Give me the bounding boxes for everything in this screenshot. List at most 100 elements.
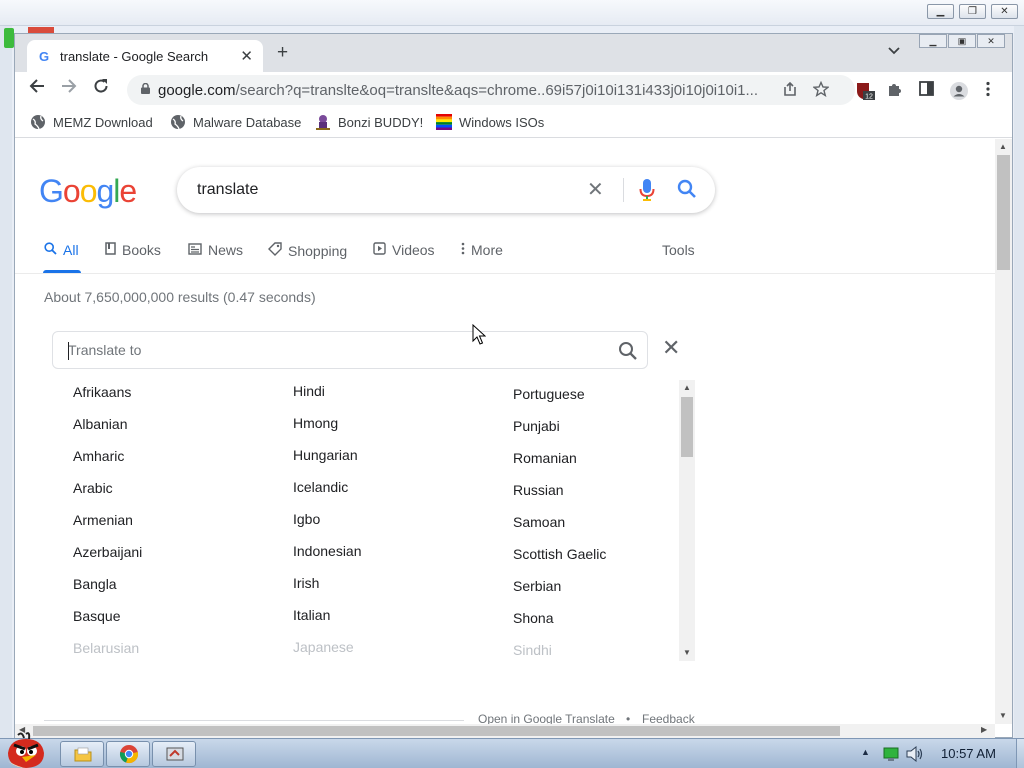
language-list-scrollbar[interactable]: ▲ ▼: [679, 380, 695, 661]
search-results-page: Google translate ✕ All Books News Shoppi…: [15, 139, 995, 724]
scroll-down-arrow-icon[interactable]: ▼: [999, 711, 1007, 720]
google-logo[interactable]: Google: [39, 173, 137, 210]
tab-shopping[interactable]: Shopping: [268, 242, 347, 259]
scroll-up-arrow-icon[interactable]: ▲: [999, 142, 1007, 151]
play-icon: [373, 242, 386, 255]
bookmarks-bar: MEMZ Download Malware Database Bonzi BUD…: [15, 108, 1012, 138]
minimize-button[interactable]: ▁: [919, 34, 947, 48]
scroll-up-arrow-icon[interactable]: ▲: [683, 383, 691, 392]
mouse-cursor-icon: [472, 324, 486, 345]
back-button[interactable]: [25, 78, 49, 99]
open-in-google-translate-link[interactable]: Open in Google Translate: [478, 712, 615, 724]
forward-button[interactable]: [57, 78, 81, 99]
outer-close-button[interactable]: ✕: [991, 4, 1018, 19]
taskbar-chrome-button[interactable]: [106, 741, 150, 767]
outer-minimize-button[interactable]: ▁: [927, 4, 954, 19]
share-icon[interactable]: [782, 81, 798, 101]
search-icon: [44, 242, 57, 255]
language-item[interactable]: Japanese: [293, 639, 354, 655]
angry-bird-start-icon[interactable]: [2, 731, 50, 768]
page-horizontal-scrollbar[interactable]: ◀ ▶: [15, 724, 995, 738]
page-hscrollbar-thumb[interactable]: [33, 726, 840, 736]
page-vertical-scrollbar[interactable]: ▲ ▼: [995, 139, 1012, 724]
scroll-down-arrow-icon[interactable]: ▼: [683, 648, 691, 657]
language-item[interactable]: Albanian: [73, 416, 128, 432]
language-item[interactable]: Belarusian: [73, 640, 139, 656]
outer-restore-button[interactable]: ❐: [959, 4, 986, 19]
page-scrollbar-thumb[interactable]: [997, 155, 1010, 270]
search-box[interactable]: translate ✕: [177, 167, 715, 213]
language-item[interactable]: Afrikaans: [73, 384, 131, 400]
language-item[interactable]: Azerbaijani: [73, 544, 142, 560]
language-item[interactable]: Indonesian: [293, 543, 362, 559]
tab-videos[interactable]: Videos: [373, 242, 435, 258]
taskbar-explorer-button[interactable]: [60, 741, 104, 767]
language-item[interactable]: Amharic: [73, 448, 124, 464]
language-item[interactable]: Hungarian: [293, 447, 358, 463]
volume-icon[interactable]: [906, 746, 924, 762]
taskbar-app-button[interactable]: [152, 741, 196, 767]
language-item[interactable]: Icelandic: [293, 479, 348, 495]
tab-search-chevron-icon[interactable]: [888, 46, 900, 58]
close-window-button[interactable]: ✕: [977, 34, 1005, 48]
language-item[interactable]: Arabic: [73, 480, 113, 496]
tab-close-icon[interactable]: ✕: [240, 47, 253, 65]
bookmark-memz[interactable]: MEMZ Download: [30, 114, 153, 130]
feedback-link[interactable]: Feedback: [642, 712, 695, 724]
language-item[interactable]: Italian: [293, 607, 330, 623]
search-query[interactable]: translate: [197, 181, 258, 199]
language-item[interactable]: Serbian: [513, 578, 561, 594]
language-item[interactable]: Portuguese: [513, 386, 585, 402]
globe-icon: [171, 115, 185, 130]
bookmark-malware-database[interactable]: Malware Database: [170, 114, 301, 130]
language-item[interactable]: Samoan: [513, 514, 565, 530]
translate-to-input[interactable]: [68, 342, 588, 358]
tab-news[interactable]: News: [188, 242, 243, 258]
translate-to-field[interactable]: [52, 331, 648, 369]
address-bar[interactable]: google.com/search?q=translte&oq=translte…: [127, 75, 855, 105]
tab-all[interactable]: All: [44, 242, 79, 258]
extension-shield-icon[interactable]: 12: [855, 81, 875, 101]
reload-button[interactable]: [89, 78, 113, 99]
language-item[interactable]: Romanian: [513, 450, 577, 466]
tab-more[interactable]: More: [461, 242, 503, 258]
language-item[interactable]: Irish: [293, 575, 319, 591]
clear-search-icon[interactable]: ✕: [587, 177, 604, 202]
language-item[interactable]: Igbo: [293, 511, 320, 527]
svg-text:12: 12: [865, 94, 873, 101]
language-item[interactable]: Punjabi: [513, 418, 560, 434]
bookmark-windows-isos[interactable]: Windows ISOs: [436, 114, 544, 130]
language-item[interactable]: Sindhi: [513, 642, 552, 658]
network-icon[interactable]: [883, 746, 899, 762]
chrome-menu-icon[interactable]: [985, 81, 1003, 99]
tools-button[interactable]: Tools: [662, 242, 695, 258]
language-item[interactable]: Bangla: [73, 576, 117, 592]
close-language-picker-icon[interactable]: ✕: [662, 337, 680, 359]
language-item[interactable]: Shona: [513, 610, 553, 626]
bookmark-star-icon[interactable]: [812, 80, 830, 101]
show-hidden-icons-icon[interactable]: ▲: [861, 747, 870, 757]
language-item[interactable]: Hmong: [293, 415, 338, 431]
taskbar-clock[interactable]: 10:57 AM: [941, 746, 996, 761]
show-desktop-button[interactable]: [1016, 739, 1024, 768]
bookmark-bonzi-buddy[interactable]: Bonzi BUDDY!: [315, 114, 423, 130]
language-item[interactable]: Russian: [513, 482, 564, 498]
language-item[interactable]: Hindi: [293, 383, 325, 399]
scroll-right-arrow-icon[interactable]: ▶: [981, 725, 987, 734]
scrollbar-thumb[interactable]: [681, 397, 693, 457]
tab-google-search[interactable]: G translate - Google Search ✕: [27, 40, 263, 72]
language-item[interactable]: Armenian: [73, 512, 133, 528]
microphone-icon[interactable]: [639, 178, 655, 205]
search-submit-icon[interactable]: [677, 179, 697, 202]
new-tab-button[interactable]: +: [277, 43, 288, 62]
language-item[interactable]: Basque: [73, 608, 120, 624]
extensions-puzzle-icon[interactable]: [887, 81, 905, 99]
language-item[interactable]: Scottish Gaelic: [513, 546, 606, 562]
news-icon: [188, 243, 202, 255]
profile-avatar-icon[interactable]: [949, 81, 968, 100]
tab-books[interactable]: Books: [105, 242, 161, 258]
globe-icon: [31, 115, 45, 130]
side-panel-icon[interactable]: [919, 81, 937, 99]
search-icon[interactable]: [618, 341, 638, 364]
maximize-button[interactable]: ▣: [948, 34, 976, 48]
